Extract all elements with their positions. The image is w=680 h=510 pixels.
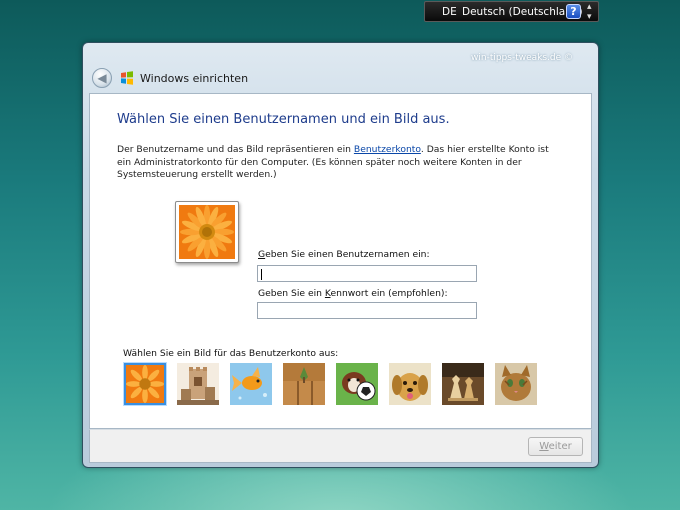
setup-window: win-tipps-tweaks.de © ◀ Windows einricht…: [82, 42, 599, 468]
help-button[interactable]: ?: [566, 4, 581, 19]
wooden-panel-thumbnail-icon: [283, 363, 325, 405]
next-button-label: eiter: [548, 441, 572, 452]
account-link[interactable]: Benutzerkonto: [354, 144, 421, 155]
password-label: Geben Sie ein Kennwort ein (empfohlen):: [258, 288, 448, 299]
avatar-preview: [175, 201, 239, 263]
window-title: Windows einrichten: [140, 72, 249, 85]
username-label: Geben Sie einen Benutzernamen ein:: [258, 249, 430, 260]
picture-option-chess-castle[interactable]: [177, 363, 219, 405]
content-panel: Wählen Sie einen Benutzernamen und ein B…: [89, 93, 592, 429]
options-icon[interactable]: ▴ ▾: [587, 2, 592, 22]
flower-thumbnail-icon: [126, 365, 164, 403]
username-input[interactable]: [257, 265, 477, 282]
password-input[interactable]: [257, 302, 477, 319]
description-text-1: Der Benutzername und das Bild repräsenti…: [117, 144, 354, 155]
picture-option-puppy[interactable]: [389, 363, 431, 405]
back-arrow-icon: ◀: [97, 71, 107, 85]
dog-with-ball-thumbnail-icon: [336, 363, 378, 405]
description: Der Benutzername und das Bild repräsenti…: [117, 144, 557, 182]
password-label-after: ennwort ein (empfohlen):: [330, 288, 448, 299]
puppy-thumbnail-icon: [389, 363, 431, 405]
chess-pieces-thumbnail-icon: [442, 363, 484, 405]
language-bar[interactable]: DE Deutsch (Deutschland) ? ▴ ▾: [424, 1, 599, 22]
windows-logo-icon: [121, 71, 133, 85]
picture-option-kitten[interactable]: [495, 363, 537, 405]
watermark: win-tipps-tweaks.de ©: [471, 53, 574, 63]
picture-label: Wählen Sie ein Bild für das Benutzerkont…: [123, 348, 339, 359]
goldfish-thumbnail-icon: [230, 363, 272, 405]
picture-option-wooden-panel[interactable]: [283, 363, 325, 405]
picture-option-flower[interactable]: [124, 363, 166, 405]
next-button[interactable]: Weiter: [528, 437, 583, 456]
picture-option-dog-with-ball[interactable]: [336, 363, 378, 405]
page-heading: Wählen Sie einen Benutzernamen und ein B…: [117, 112, 450, 127]
footer-bar: Weiter: [89, 429, 592, 463]
username-label-text: eben Sie einen Benutzernamen ein:: [265, 249, 430, 260]
language-name: Deutsch (Deutschland): [462, 6, 583, 18]
chess-castle-thumbnail-icon: [177, 363, 219, 405]
picture-option-chess-pieces[interactable]: [442, 363, 484, 405]
picture-option-goldfish[interactable]: [230, 363, 272, 405]
kitten-thumbnail-icon: [495, 363, 537, 405]
flower-avatar-image: [179, 205, 235, 259]
language-code: DE: [442, 6, 457, 18]
next-button-accel: W: [539, 441, 549, 452]
text-caret: [261, 269, 262, 280]
password-label-before: Geben Sie ein: [258, 288, 325, 299]
back-button[interactable]: ◀: [92, 68, 112, 88]
